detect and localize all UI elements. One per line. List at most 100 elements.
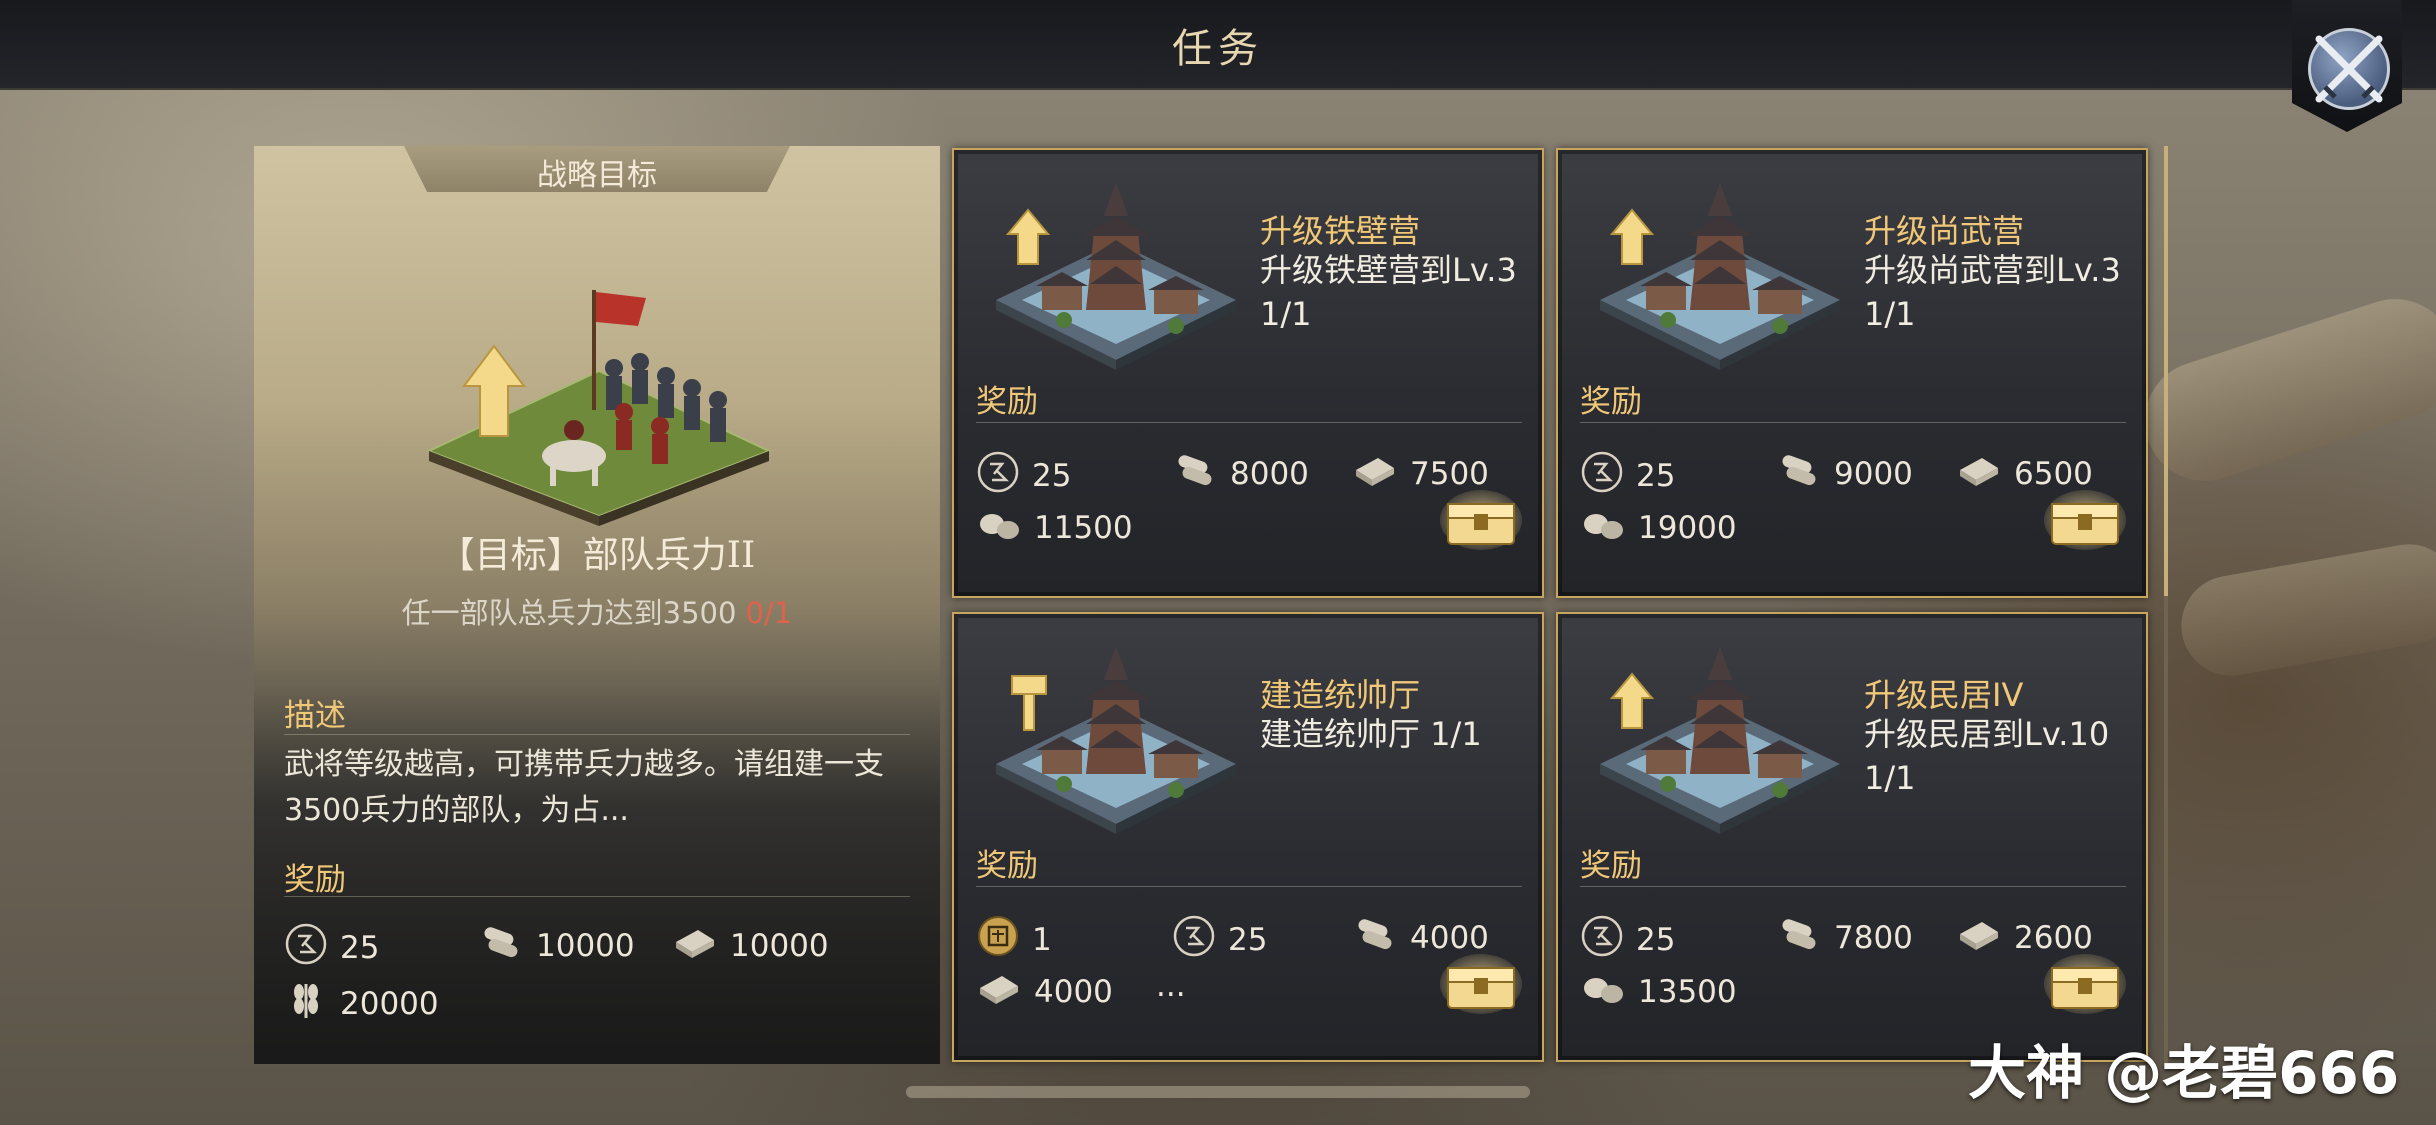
wood-icon	[1776, 450, 1822, 498]
reward-item: 25	[1580, 914, 1675, 966]
iron-icon	[1352, 450, 1398, 498]
close-button[interactable]	[2292, 0, 2402, 132]
quest-desc-text: 建造统帅厅 1/1	[1260, 715, 1482, 753]
scroll-thumb[interactable]	[2164, 146, 2168, 596]
reward-grain: 20000	[284, 978, 439, 1030]
reward-value: 7500	[1410, 456, 1489, 492]
reward-item: 25	[976, 450, 1071, 502]
quest-progress: 1/1	[1864, 759, 1916, 797]
reward-value: 2600	[2014, 920, 2093, 956]
divider	[284, 896, 910, 897]
reward-label: 奖励	[1580, 848, 1642, 884]
reward-value: 4000	[1410, 920, 1489, 956]
quest-desc-text: 升级尚武营到Lv.3	[1864, 251, 2121, 289]
divider	[1580, 886, 2126, 887]
quest-name: 升级尚武营	[1864, 212, 2025, 250]
quest-progress: 1/1	[1864, 295, 1916, 333]
reward-item: 19000	[1580, 504, 1737, 552]
troop-illustration	[426, 290, 772, 526]
stone-icon	[1580, 968, 1626, 1016]
reward-label: 奖励	[1580, 384, 1642, 420]
iron-icon	[1956, 914, 2002, 962]
divider	[976, 886, 1522, 887]
stone-icon	[1580, 504, 1626, 552]
claim-chest-button[interactable]	[1440, 954, 1522, 1020]
bottom-scroll-indicator	[906, 1086, 1530, 1098]
claim-chest-button[interactable]	[2044, 954, 2126, 1020]
reward-value: 10000	[536, 928, 635, 964]
reward-value: 13500	[1638, 974, 1737, 1010]
reward-value: 1	[1032, 922, 1052, 958]
quest-card[interactable]: 建造统帅厅 建造统帅厅 1/1 奖励 1 25 4000 4000...	[952, 612, 1544, 1062]
reward-value: 25	[340, 930, 380, 966]
divider	[976, 422, 1522, 423]
fame-icon	[284, 922, 328, 974]
reward-item: 11500	[976, 504, 1133, 552]
top-bar: 任务	[0, 0, 2436, 90]
claim-chest-button[interactable]	[2044, 490, 2126, 556]
building-illustration	[1590, 636, 1850, 840]
grain-icon	[284, 978, 328, 1030]
divider	[284, 734, 910, 735]
building-illustration	[986, 172, 1246, 376]
reward-value: 25	[1636, 458, 1676, 494]
strategic-goal-panel[interactable]: 战略目标 【目标】部队兵力II 任一部队总兵力达到3500 0/1 描述 武将等…	[254, 146, 940, 1064]
reward-label: 奖励	[976, 384, 1038, 420]
reward-item: 25	[1172, 914, 1267, 966]
reward-item: 7800	[1776, 914, 1913, 962]
watermark: 大神 @老碧666	[1968, 1039, 2400, 1107]
description-text: 武将等级越高，可携带兵力越多。请组建一支3500兵力的部队，为占...	[284, 747, 884, 828]
divider	[1580, 422, 2126, 423]
wood-icon	[1776, 914, 1822, 962]
quest-desc-text: 升级铁壁营到Lv.3	[1260, 251, 1517, 289]
reward-value: 7800	[1834, 920, 1913, 956]
reward-item: 9000	[1776, 450, 1913, 498]
quest-description: 建造统帅厅 1/1	[1260, 712, 1536, 756]
wood-icon	[478, 922, 524, 970]
goal-progress: 0/1	[745, 596, 793, 630]
reward-value: 25	[1228, 922, 1268, 958]
quest-scrollbar[interactable]	[2164, 146, 2168, 1064]
iron-icon	[1956, 450, 2002, 498]
reward-value: 25	[1636, 922, 1676, 958]
building-illustration	[986, 636, 1246, 840]
reward-value: 8000	[1230, 456, 1309, 492]
reward-value: ...	[1156, 968, 1186, 1004]
crossed-swords-icon	[2308, 28, 2390, 110]
quest-name: 升级民居IV	[1864, 676, 2024, 714]
reward-value: 9000	[1834, 456, 1913, 492]
fame-icon	[976, 450, 1020, 502]
quest-name: 升级铁壁营	[1260, 212, 1421, 250]
quest-desc-text: 升级民居到Lv.10	[1864, 715, 2110, 753]
iron-icon	[976, 968, 1022, 1016]
reward-item: 25	[1580, 450, 1675, 502]
page-title: 任务	[1172, 26, 1264, 72]
reward-item: ...	[1156, 968, 1186, 1004]
reward-item: 8000	[1172, 450, 1309, 498]
wood-icon	[1172, 450, 1218, 498]
wood-icon	[1352, 914, 1398, 962]
quest-card[interactable]: 升级尚武营 升级尚武营到Lv.3 1/1 奖励 25 9000 6500 19000	[1556, 148, 2148, 598]
reward-value: 25	[1032, 458, 1072, 494]
quest-card[interactable]: 升级民居IV 升级民居到Lv.10 1/1 奖励 25 7800 2600 13500	[1556, 612, 2148, 1062]
reward-fame: 25	[284, 922, 379, 974]
reward-label: 奖励	[976, 848, 1038, 884]
fame-icon	[1580, 450, 1624, 502]
reward-label: 奖励	[284, 862, 346, 898]
reward-value: 10000	[730, 928, 829, 964]
quest-name: 建造统帅厅	[1260, 676, 1421, 714]
panel-tab-label: 战略目标	[537, 158, 657, 193]
fame-icon	[1580, 914, 1624, 966]
reward-wood: 10000	[478, 922, 635, 970]
claim-chest-button[interactable]	[1440, 490, 1522, 556]
goal-requirement-text: 任一部队总兵力达到3500	[401, 596, 737, 630]
reward-value: 4000	[1034, 974, 1113, 1010]
reward-value: 11500	[1034, 510, 1133, 546]
reward-iron: 10000	[672, 922, 829, 970]
quest-description: 升级铁壁营到Lv.3 1/1	[1260, 248, 1536, 336]
quest-card[interactable]: 升级铁壁营 升级铁壁营到Lv.3 1/1 奖励 25 8000 7500 11500	[952, 148, 1544, 598]
quest-description: 升级民居到Lv.10 1/1	[1864, 712, 2140, 800]
reward-item: 1	[976, 914, 1052, 966]
seal-icon	[976, 914, 1020, 966]
quest-progress: 1/1	[1260, 295, 1312, 333]
